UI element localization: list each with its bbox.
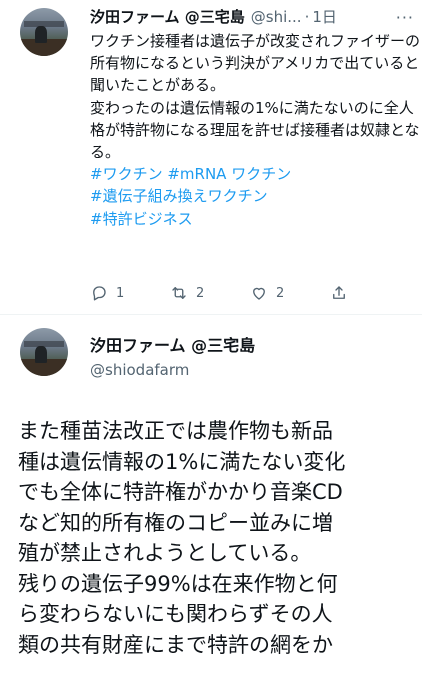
like-button[interactable]: 2	[250, 284, 330, 302]
separator-dot: ·	[304, 8, 310, 26]
tweet-header: 汐田ファーム @三宅島 @shi... · 1日	[90, 6, 420, 28]
like-icon	[253, 287, 265, 300]
author-handle[interactable]: @shiodafarm	[90, 360, 189, 380]
tweet-actions: 1 2 2	[90, 281, 390, 305]
tweet-text: ワクチン接種者は遺伝子が改変されファイザーの所有物になるという判決がアメリカで出…	[90, 32, 421, 162]
avatar[interactable]	[20, 328, 68, 376]
author-handle[interactable]: @shi...	[251, 6, 302, 28]
timestamp[interactable]: 1日	[312, 6, 337, 28]
retweet-count: 2	[196, 285, 205, 301]
hashtag-list: #ワクチン #mRNA ワクチン #遺伝子組み換えワクチン #特許ビジネス	[90, 163, 420, 230]
retweet-icon	[172, 287, 186, 299]
more-options-icon[interactable]: ···	[396, 8, 414, 27]
tweet[interactable]: 汐田ファーム @三宅島 @shi... · 1日 ··· ワクチン接種者は遺伝子…	[90, 6, 420, 230]
share-button[interactable]	[330, 284, 356, 302]
tweet-text: また種苗法改正では農作物も新品 種は遺伝情報の1%に満たない変化 でも全体に特許…	[18, 419, 346, 657]
author-name[interactable]: 汐田ファーム @三宅島	[90, 6, 245, 28]
hashtag-link[interactable]: #特許ビジネス	[90, 208, 420, 230]
hashtag-link[interactable]: #遺伝子組み換えワクチン	[90, 185, 420, 207]
like-count: 2	[276, 285, 285, 301]
reply-button[interactable]: 1	[90, 284, 170, 302]
divider	[0, 314, 422, 315]
hashtag-link[interactable]: #ワクチン #mRNA ワクチン	[90, 163, 420, 185]
author-name[interactable]: 汐田ファーム @三宅島	[90, 335, 255, 357]
reply-icon	[93, 286, 106, 301]
avatar[interactable]	[20, 8, 68, 56]
reply-count: 1	[116, 285, 125, 301]
share-icon	[333, 286, 345, 299]
retweet-button[interactable]: 2	[170, 284, 250, 302]
